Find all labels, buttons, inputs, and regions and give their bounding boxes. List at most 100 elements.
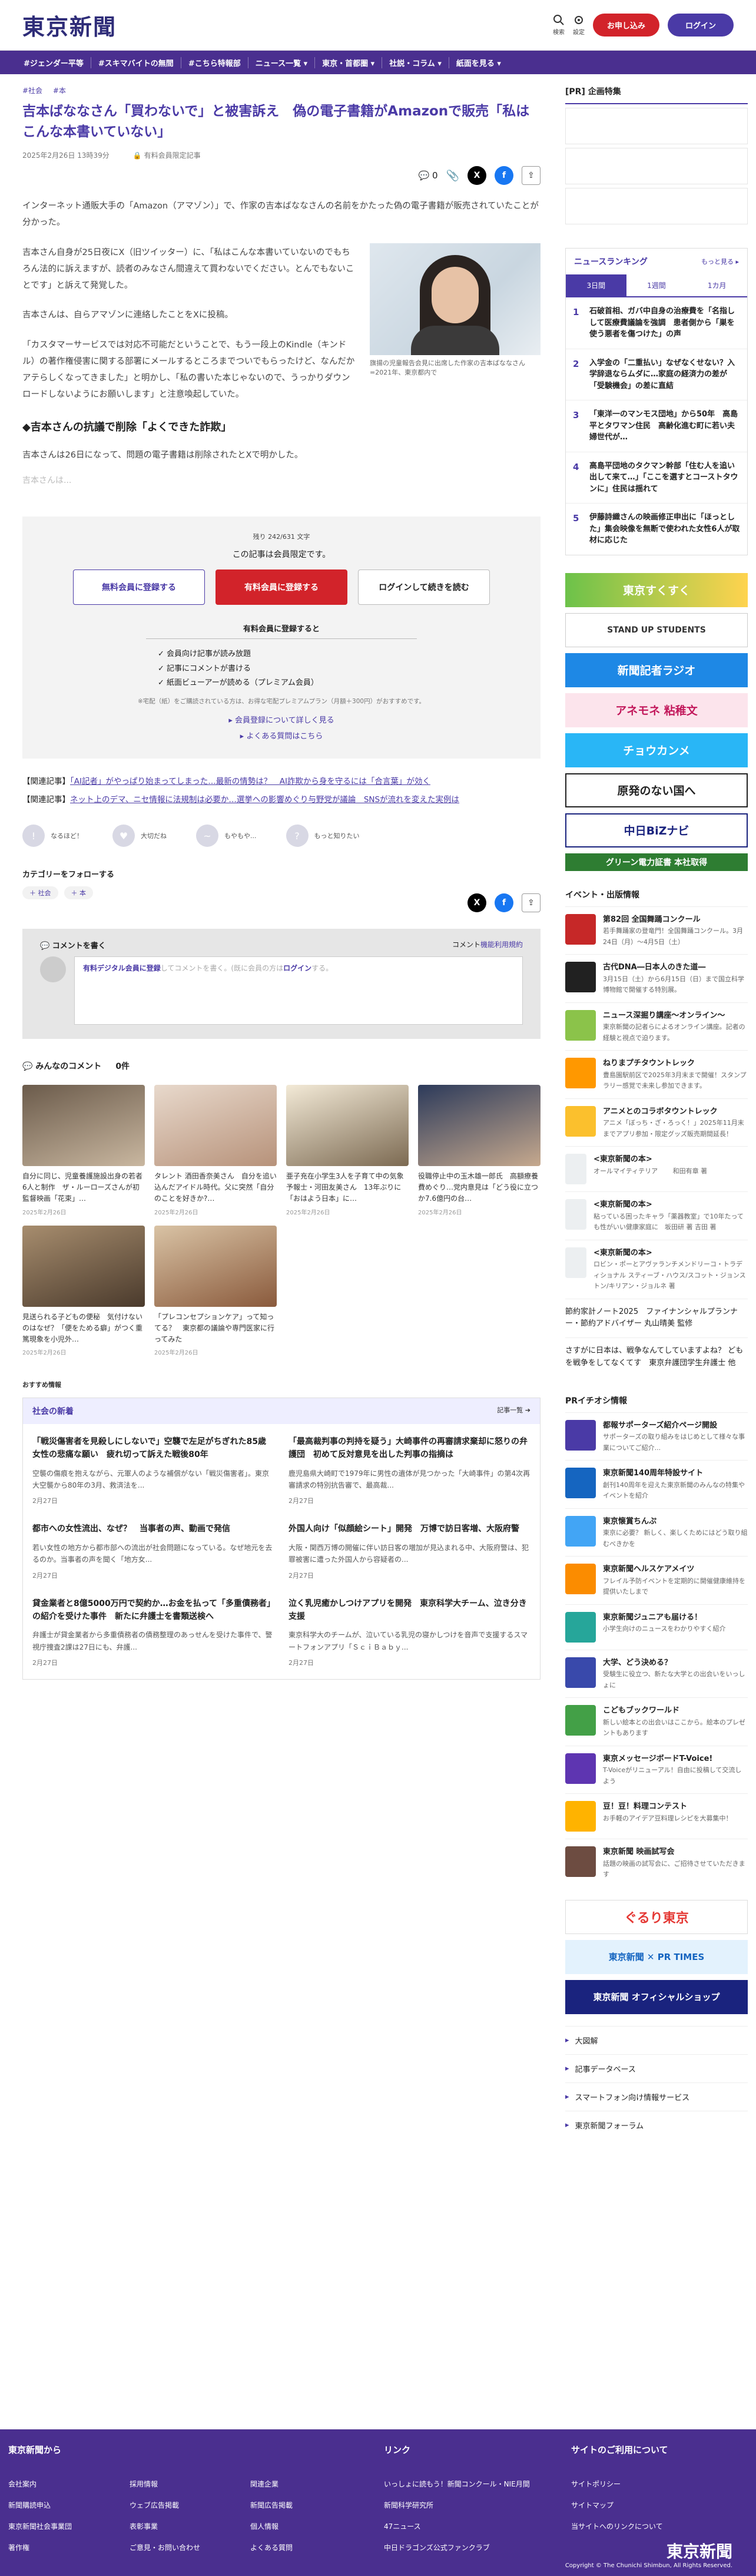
reaction-button[interactable]: ? もっと知りたい [286, 825, 360, 847]
article-card[interactable]: 亜子充在小学生3人を子育て中の気象予報士・河田友美さん 13年ぶりに「おはよう日… [286, 1085, 409, 1216]
footer-link[interactable]: サイトポリシー [571, 2474, 663, 2495]
facebook-share-icon[interactable]: f [495, 893, 513, 913]
pr-item[interactable]: 東京新聞140周年特設サイト 創刊140周年を迎えた東京新聞のみんなの特集やイベン… [565, 1460, 748, 1508]
clip-icon[interactable]: 📎 [446, 170, 459, 182]
footer-link[interactable]: ご意見・お問い合わせ [130, 2537, 200, 2558]
login-continue-button[interactable]: ログインして続きを読む [358, 569, 490, 605]
pr-item[interactable]: 豆！豆！料理コンテスト お手軽のアイデア豆料理レシピを大募集中！ [565, 1793, 748, 1839]
follow-tag[interactable]: ＋ 社会 [22, 886, 58, 900]
reaction-button[interactable]: ~ もやもや... [196, 825, 257, 847]
sidebar-link[interactable]: ▸ 大図解 [565, 2025, 748, 2054]
site-logo[interactable]: 東京新聞 [22, 9, 117, 41]
footer-link[interactable]: 新聞科学研究所 [384, 2495, 530, 2516]
footer-link[interactable]: 新聞購読申込 [8, 2495, 72, 2516]
society-more-link[interactable]: 記事一覧 ➔ [497, 1405, 530, 1417]
sidebar-link[interactable]: ▸ 記事データベース [565, 2054, 748, 2082]
pr-slot[interactable] [565, 148, 748, 184]
banner-prtimes[interactable]: 東京新聞 ✕ PR TIMES [565, 1939, 748, 1974]
settings-button[interactable]: 設定 [573, 14, 585, 36]
ranking-tab[interactable]: 1カ月 [687, 274, 747, 296]
ranking-item[interactable]: 5 伊藤詩織さんの映画修正申出に「ほっとした」集会映像を無断で使われた女性6人が取… [566, 504, 747, 555]
pr-item[interactable]: 東京懐賞ちんぷ 東京に必要？ 新しく、楽しくためにはどう取り組むべきかを [565, 1508, 748, 1557]
ranking-tab[interactable]: 3日間 [566, 274, 626, 296]
footer-link[interactable]: 表彰事業 [130, 2516, 200, 2537]
banner-anemone[interactable]: アネモネ 粘稚文 [565, 693, 748, 727]
pr-slot[interactable] [565, 108, 748, 144]
ranking-more-link[interactable]: もっと見る ▸ [701, 257, 739, 266]
footer-link[interactable]: 採用情報 [130, 2474, 200, 2495]
facebook-share-icon[interactable]: f [495, 166, 513, 185]
member-info-link[interactable]: ▸ 会員登録について詳しく見る [46, 714, 517, 725]
nav-item[interactable]: 東京・首都圏 ▾ [315, 57, 383, 68]
nav-item[interactable]: 社説・コラム ▾ [382, 57, 449, 68]
event-item[interactable]: <東京新聞の本> 粘っている困ったキャラ「薬器教室」で10年たっても性がいい健康家… [565, 1191, 748, 1240]
footer-link[interactable]: 会社案内 [8, 2474, 72, 2495]
related-link[interactable]: ネット上のデマ、ニセ情報に法規制は必要か…選挙への影響めぐり与野党が議論 SNS… [70, 795, 459, 804]
nav-item[interactable]: 紙面を見る ▾ [449, 57, 508, 68]
event-item[interactable]: アニメとのコラボタウントレック アニメ「ぼっち・ざ・ろっく！」2025年11月末ま… [565, 1098, 748, 1147]
comment-rules-link[interactable]: 機能利用規約 [480, 941, 523, 949]
article-card[interactable]: 「プレコンセプションケア」って知ってる？ 東京都の議論や専門医家に行ってみた 20… [154, 1225, 277, 1356]
free-register-button[interactable]: 無料会員に登録する [73, 569, 205, 605]
pr-item[interactable]: 東京新聞 映画試写会 話題の映画の試写会に、ご招待させていただきます [565, 1839, 748, 1887]
pr-item[interactable]: 大学、どう決める？ 受験生に役立つ、新たな大学との出会いをいっしょに [565, 1649, 748, 1698]
banner-genpatsu[interactable]: 原発のない国へ [565, 773, 748, 807]
footer-link[interactable]: 関連企業 [250, 2474, 293, 2495]
nav-item[interactable]: #こちら特報部 [181, 57, 248, 68]
banner-chokan[interactable]: チョウカンメ [565, 733, 748, 767]
reaction-button[interactable]: ! なるほど！ [22, 825, 83, 847]
pr-item[interactable]: 東京メッセージボードT-Voice! T-Voiceがリニューアル！自由に投稿して… [565, 1745, 748, 1794]
footer-link[interactable]: 著作権 [8, 2537, 72, 2558]
footer-link[interactable]: 東京新聞社会事業団 [8, 2516, 72, 2537]
ranking-tab[interactable]: 1週間 [626, 274, 687, 296]
book-link[interactable]: 節約家計ノート2025 ファイナンシャルプランナー・節約アドバイザー 丸山晴美 … [565, 1298, 748, 1338]
banner-sukusuku[interactable]: 東京すくすく [565, 572, 748, 607]
banner-bizNavi[interactable]: 中日BiZナビ [565, 813, 748, 847]
news-item[interactable]: 泣く乳児癒かしつけアプリを開発 東京科学大チーム、泣き分き支援 東京科学大のチーム… [289, 1598, 530, 1667]
pr-item[interactable]: 都報サポーターズ紹介ページ開設 サポーターズの取り組みをはじめとして様々な事業につ… [565, 1412, 748, 1461]
footer-link[interactable]: 個人情報 [250, 2516, 293, 2537]
event-item[interactable]: <東京新聞の本> ロビン・ポーとアヴァランチメンドリーコ・トラディショナル スティ… [565, 1239, 748, 1299]
x-share-icon[interactable]: X [467, 893, 486, 913]
banner-radio[interactable]: 新聞記者ラジオ [565, 653, 748, 687]
faq-link[interactable]: ▸ よくある質問はこちら [46, 730, 517, 741]
nav-item[interactable]: #ジェンダー平等 [16, 57, 91, 68]
event-item[interactable]: <東京新聞の本> オールマイティテリア 和田有章 著 [565, 1146, 748, 1191]
banner-students[interactable]: STAND UP STUDENTS [565, 612, 748, 647]
footer-link[interactable]: 当サイトへのリンクについて [571, 2516, 663, 2537]
news-item[interactable]: 「戦災傷害者を見殺しにしないで」空襲で左足がちぎれた85歳女性の悲痛な願い 疲れ… [32, 1436, 274, 1505]
subscribe-button[interactable]: お申し込み [592, 14, 659, 37]
nav-item[interactable]: ニュース一覧 ▾ [248, 57, 316, 68]
comment-login-link[interactable]: ログイン [283, 964, 311, 972]
news-item[interactable]: 外国人向け「似顔絵シート」開発 万博で訪日客増、大阪府警 大阪・関西万博の開催に伴… [289, 1523, 530, 1580]
banner-green[interactable]: グリーン電力証書 本社取得 [565, 853, 748, 871]
article-card[interactable]: タレント 酒田香奈美さん 自分を追い込んだアイドル時代。父に突然「自分のことを好… [154, 1085, 277, 1216]
login-button[interactable]: ログイン [667, 14, 734, 37]
x-share-icon[interactable]: X [467, 166, 486, 185]
paid-register-button[interactable]: 有料会員に登録する [215, 569, 347, 605]
photo-image[interactable] [370, 243, 541, 355]
reaction-button[interactable]: ♥ 大切だね [112, 825, 167, 847]
news-item[interactable]: 貸金業者と8億5000万円で契約か…お金を払って「多重債務者」の紹介を受けた事件… [32, 1598, 274, 1667]
ranking-item[interactable]: 1 石破首相、ガバ中自身の治療費を「名指しして医療費議論を強調 患者側から「巣を使… [566, 297, 747, 349]
pr-slot[interactable] [565, 188, 748, 224]
nav-item[interactable]: #スキマバイトの無間 [91, 57, 181, 68]
footer-link[interactable]: 新聞広告掲載 [250, 2495, 293, 2516]
follow-tag[interactable]: ＋ 本 [64, 886, 93, 900]
footer-link[interactable]: よくある質問 [250, 2537, 293, 2558]
news-item[interactable]: 「最高裁判事の判持を疑う」大崎事件の再審請求棄却に怒りの弁護団 初めて反対意見を… [289, 1436, 530, 1505]
breadcrumb-tag[interactable]: #本 [53, 87, 66, 95]
related-link[interactable]: 「AI記者」がやっぱり始まってしまった…最新の情勢は？ AI詐欺から身を守るには… [70, 777, 430, 786]
article-card[interactable]: 自分に同じ、児童養護施設出身の若者6人と制作 ザ・ルーローズさんが初監督映画「花… [22, 1085, 145, 1216]
breadcrumb-tag[interactable]: #社会 [22, 87, 42, 95]
pr-item[interactable]: 東京新聞ジュニアも届ける！ 小学生向けのニュースをわかりやすく紹介 [565, 1604, 748, 1650]
book-link[interactable]: さすがに日本は、戦争なんてしていますよね？ どもを戦争をしてなくてす 東京弁護団… [565, 1337, 748, 1377]
sidebar-link[interactable]: ▸ 東京新聞フォーラム [565, 2110, 748, 2139]
footer-logo[interactable]: 東京新聞 [667, 2539, 732, 2562]
share-icon[interactable]: ⇪ [522, 893, 541, 913]
article-card[interactable]: 役職停止中の玉木雄一郎氏 高額療養費めぐり…党内意見は「どう役に立つか7.6億円… [418, 1085, 541, 1216]
article-card[interactable]: 見送られる子どもの便秘 気付けないのはなぜ？「便をためる癖」がつく重篤現象を小児… [22, 1225, 145, 1356]
footer-link[interactable]: 47ニュース [384, 2516, 530, 2537]
footer-link[interactable]: サイトマップ [571, 2495, 663, 2516]
pr-item[interactable]: こどもブックワールド 新しい絵本との出会いはここから。絵本のプレゼントもあります [565, 1697, 748, 1746]
